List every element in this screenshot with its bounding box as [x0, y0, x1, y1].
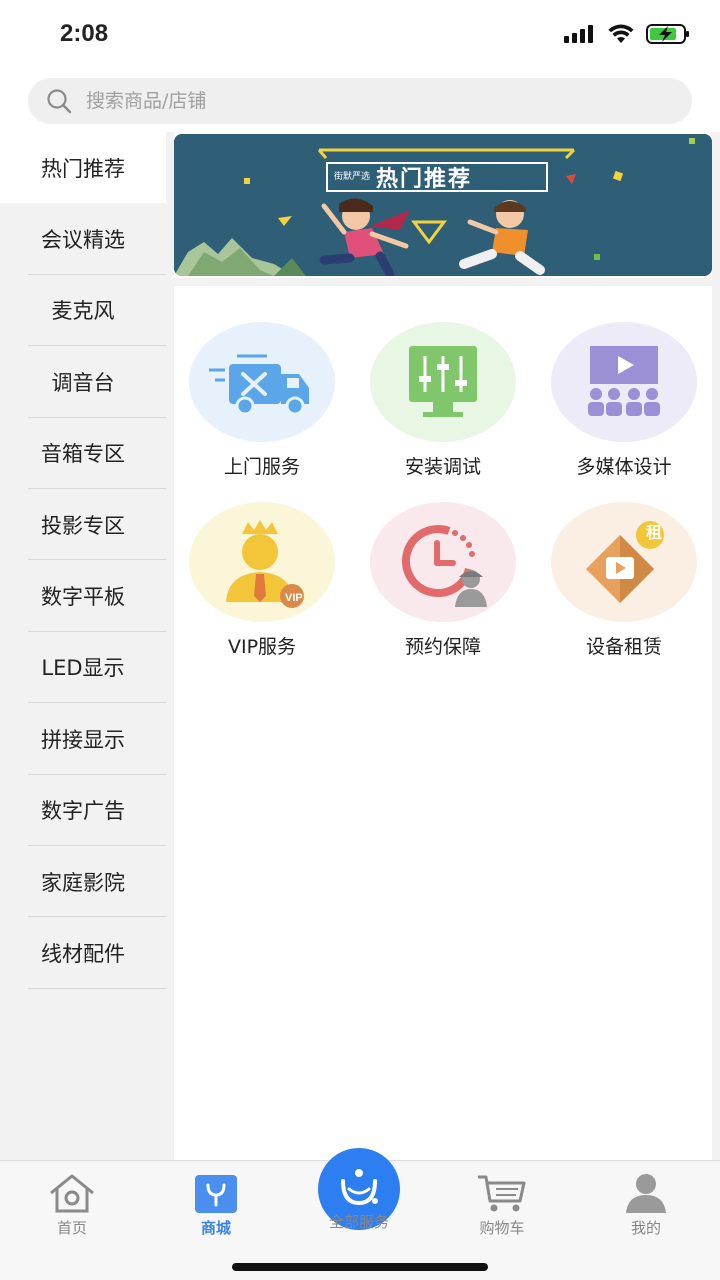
sidebar-item-microphone[interactable]: 麦克风	[0, 275, 166, 347]
sidebar-item-label: 线材配件	[41, 941, 125, 966]
service-install[interactable]: 安装调试	[363, 322, 523, 479]
cart-icon	[478, 1175, 526, 1212]
battery-charging-icon	[646, 24, 689, 44]
tab-label: 首页	[56, 1219, 87, 1237]
service-icon-bg	[370, 502, 516, 622]
service-multimedia[interactable]: 多媒体设计	[544, 322, 704, 479]
service-label: 预约保障	[404, 636, 481, 658]
search-icon	[47, 89, 72, 114]
sidebar-item-label: LED显示	[41, 656, 125, 681]
sidebar-item-label: 数字平板	[41, 585, 125, 610]
sidebar-item-label: 家庭影院	[41, 870, 125, 895]
sidebar-item-label: 音箱专区	[41, 442, 125, 467]
sidebar-item-label: 拼接显示	[41, 727, 125, 752]
sidebar-item-label: 会议精选	[41, 228, 125, 253]
profile-icon	[626, 1174, 666, 1213]
search-input[interactable]	[86, 90, 646, 112]
tab-label: 购物车	[479, 1219, 525, 1237]
mall-icon	[195, 1175, 237, 1213]
status-icons	[564, 24, 690, 44]
service-label: 上门服务	[223, 456, 300, 478]
wifi-icon	[608, 24, 634, 43]
sidebar-item-splicing[interactable]: 拼接显示	[0, 703, 166, 775]
search-bar	[0, 68, 720, 132]
equalizer-icon	[409, 346, 477, 417]
service-rental[interactable]: 租 设备租赁	[544, 502, 704, 659]
sidebar-item-label: 数字广告	[41, 799, 125, 824]
service-icon-bg: VIP	[189, 502, 335, 622]
banner-title-frame: 街默严选 热门推荐	[326, 162, 548, 192]
status-time: 2:08	[60, 20, 109, 47]
section-divider	[174, 278, 712, 286]
service-appointment[interactable]: 预约保障	[363, 502, 523, 659]
service-icon	[341, 1169, 378, 1206]
service-label: 多媒体设计	[576, 456, 672, 478]
sidebar-item-led[interactable]: LED显示	[0, 632, 166, 704]
presentation-icon	[588, 346, 660, 416]
banner-title: 热门推荐	[376, 167, 473, 192]
sidebar-item-label: 麦克风	[51, 299, 115, 324]
service-label: 安装调试	[404, 456, 481, 478]
sidebar-item-label: 热门推荐	[41, 156, 125, 181]
rental-badge: 租	[645, 523, 662, 542]
bottom-tab-bar: 首页 商城 全部服务 购物车 我的	[0, 1148, 720, 1280]
sidebar-item-projector[interactable]: 投影专区	[0, 489, 166, 561]
vip-user-icon: VIP	[226, 520, 304, 608]
service-vip[interactable]: VIP VIP服务	[182, 502, 342, 659]
tab-cart[interactable]: 购物车	[452, 1169, 552, 1238]
tab-home[interactable]: 首页	[22, 1169, 122, 1238]
sidebar-item-hot[interactable]: 热门推荐	[0, 132, 166, 204]
sidebar-item-signage[interactable]: 数字广告	[0, 775, 166, 847]
status-bar: 2:08	[0, 0, 720, 68]
sidebar-item-tablet[interactable]: 数字平板	[0, 560, 166, 633]
service-icon-bg	[551, 322, 697, 442]
sidebar-item-label: 投影专区	[41, 513, 125, 538]
service-label: 设备租赁	[585, 636, 662, 658]
tab-label: 商城	[200, 1219, 231, 1237]
service-onsite[interactable]: 上门服务	[182, 322, 342, 479]
tab-label: 我的	[630, 1219, 661, 1237]
promo-banner[interactable]: 街默严选 热门推荐	[174, 134, 712, 276]
signal-icon	[564, 25, 593, 43]
tab-mall[interactable]: 商城	[166, 1169, 266, 1238]
home-indicator	[232, 1263, 488, 1271]
all-services-label: 全部服务	[328, 1213, 389, 1231]
banner-small-text: 街默严选	[334, 172, 371, 182]
sidebar-item-mixer[interactable]: 调音台	[0, 346, 166, 418]
delivery-truck-icon	[209, 354, 309, 416]
tab-profile[interactable]: 我的	[596, 1169, 696, 1238]
service-label: VIP服务	[227, 636, 297, 658]
sidebar-item-meeting[interactable]: 会议精选	[0, 203, 166, 276]
svg-text:VIP: VIP	[285, 592, 303, 604]
sidebar-item-cables[interactable]: 线材配件	[0, 917, 166, 990]
service-icon-bg	[189, 322, 335, 442]
category-sidebar: 热门推荐 会议精选 麦克风 调音台 音箱专区 投影专区 数字平板 LED显示 拼…	[0, 132, 166, 1160]
service-icon-bg	[370, 322, 516, 442]
sidebar-item-speaker[interactable]: 音箱专区	[0, 418, 166, 490]
service-icon-bg: 租	[551, 502, 697, 622]
sidebar-item-label: 调音台	[51, 370, 115, 395]
banner-illustration	[174, 134, 712, 276]
clock-worker-icon	[402, 525, 487, 607]
search-box[interactable]	[28, 78, 692, 124]
home-icon	[50, 1174, 94, 1213]
main-panel: 街默严选 热门推荐 上门服务 安装调试 多媒体设计 VIP VIP服务 预约保障…	[174, 132, 712, 1160]
sidebar-item-home-theater[interactable]: 家庭影院	[0, 846, 166, 918]
